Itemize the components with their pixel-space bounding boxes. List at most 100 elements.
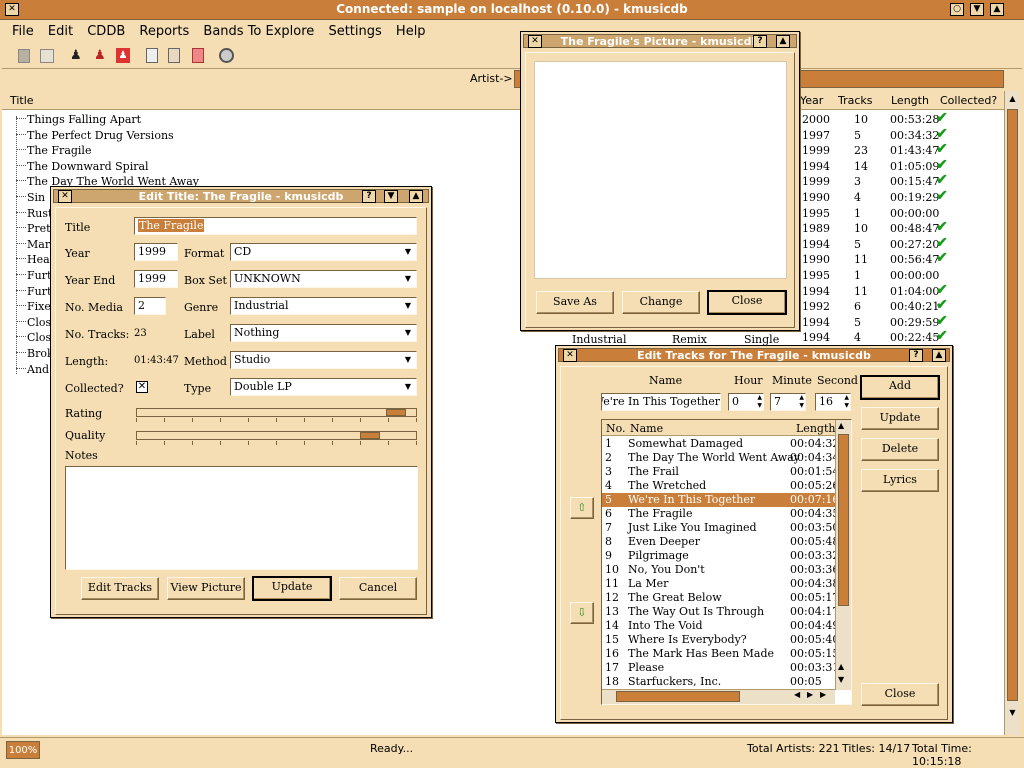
shade-icon[interactable]: ▼ — [970, 3, 984, 16]
method-combo[interactable]: Studio ▼ — [230, 351, 417, 369]
track-row[interactable]: 8 Even Deeper 00:05:48 — [602, 535, 839, 549]
title-tree-item[interactable]: The Perfect Drug Versions — [16, 129, 174, 142]
track-name-field[interactable]: We're In This Together — [601, 393, 721, 411]
title-field[interactable]: The Fragile — [134, 217, 417, 235]
menu-bands-to-explore[interactable]: Bands To Explore — [203, 24, 314, 39]
quality-slider[interactable] — [136, 431, 417, 440]
menu-help[interactable]: Help — [396, 24, 426, 39]
track-row[interactable]: 9 Pilgrimage 00:03:32 — [602, 549, 839, 563]
scroll-right-icon[interactable]: ▶ — [807, 690, 813, 699]
notes-textarea[interactable] — [65, 466, 418, 570]
add-title-icon[interactable] — [146, 48, 158, 63]
close-button[interactable]: Close — [707, 290, 787, 315]
view-picture-button[interactable]: View Picture — [167, 577, 245, 600]
spin-arrows-icon[interactable]: ▲ ▼ — [757, 394, 762, 410]
help-icon[interactable]: ? — [909, 349, 923, 362]
column-year[interactable]: Year — [800, 94, 823, 107]
menu-file[interactable]: File — [12, 24, 34, 39]
tracks-list[interactable]: No. Name Length 1 Somewhat Damaged 00:04:3… — [601, 419, 852, 705]
scroll-down-icon[interactable]: ▼ — [838, 675, 844, 684]
track-row[interactable]: 10 No, You Don't 00:03:36 — [602, 563, 839, 577]
no-media-field[interactable]: 2 — [134, 297, 166, 315]
change-button[interactable]: Change — [622, 291, 700, 314]
update-track-button[interactable]: Update — [861, 407, 939, 430]
hour-spinbox[interactable]: 0 ▲ ▼ — [728, 393, 764, 411]
lyrics-button[interactable]: Lyrics — [861, 469, 939, 492]
box-set-combo[interactable]: UNKNOWN ▼ — [230, 270, 417, 288]
disconnect-icon[interactable] — [40, 49, 54, 63]
chevron-down-icon[interactable]: ▼ — [401, 326, 415, 340]
picture-titlebar[interactable]: ✕ The Fragile's Picture - kmusicdb ? ▲ — [523, 34, 797, 48]
column-no[interactable]: No. — [606, 422, 626, 435]
tracks-hscroll[interactable]: ◀ ▶ ▶ — [602, 689, 835, 704]
rating-slider[interactable] — [136, 408, 417, 417]
title-tree-item[interactable]: Sin — [16, 191, 45, 204]
edit-title-icon[interactable] — [168, 48, 180, 63]
track-row[interactable]: 3 The Frail 00:01:54 — [602, 465, 839, 479]
year-end-field[interactable]: 1999 — [134, 270, 178, 288]
save-as-button[interactable]: Save As — [536, 291, 614, 314]
edit-tracks-titlebar[interactable]: ✕ Edit Tracks for The Fragile - kmusicdb… — [558, 348, 950, 362]
scroll-left-icon[interactable]: ◀ — [794, 690, 800, 699]
menu-cddb[interactable]: CDDB — [87, 24, 125, 39]
scroll-down-icon[interactable]: ▼ — [1006, 706, 1019, 719]
track-row[interactable]: 13 The Way Out Is Through 00:04:17 — [602, 605, 839, 619]
track-row[interactable]: 11 La Mer 00:04:38 — [602, 577, 839, 591]
track-row[interactable]: 5 We're In This Together 00:07:16 — [602, 493, 839, 507]
minimize-icon[interactable]: ○ — [950, 3, 964, 16]
connect-icon[interactable] — [18, 49, 30, 63]
chevron-down-icon[interactable]: ▼ — [401, 380, 415, 394]
scroll-up-icon[interactable]: ▲ — [1006, 92, 1019, 105]
title-tree-item[interactable]: And — [16, 363, 49, 376]
quality-slider-handle[interactable] — [360, 432, 380, 439]
edit-tracks-button[interactable]: Edit Tracks — [81, 577, 159, 600]
title-tree-item[interactable]: Fixe — [16, 300, 51, 313]
move-up-button[interactable]: ⇧ — [570, 497, 594, 519]
title-tree-item[interactable]: Things Falling Apart — [16, 113, 141, 126]
edit-artist-icon[interactable]: ♟ — [94, 48, 108, 63]
second-spinbox[interactable]: 16 ▲ ▼ — [815, 393, 851, 411]
tracks-vscroll-thumb[interactable] — [838, 434, 849, 606]
rating-slider-handle[interactable] — [386, 409, 406, 416]
column-length[interactable]: Length — [796, 422, 835, 435]
shade-icon[interactable]: ▼ — [384, 190, 398, 203]
track-row[interactable]: 15 Where Is Everybody? 00:05:40 — [602, 633, 839, 647]
track-row[interactable]: 4 The Wretched 00:05:26 — [602, 479, 839, 493]
column-name[interactable]: Name — [630, 422, 663, 435]
minute-spinbox[interactable]: 7 ▲ ▼ — [770, 393, 806, 411]
help-icon[interactable]: ? — [753, 35, 767, 48]
menu-settings[interactable]: Settings — [328, 24, 381, 39]
add-artist-icon[interactable]: ♟ — [70, 48, 84, 63]
edit-title-titlebar[interactable]: ✕ Edit Title: The Fragile - kmusicdb ? ▼… — [53, 189, 429, 203]
column-length[interactable]: Length — [891, 94, 929, 107]
column-title[interactable]: Title — [10, 94, 34, 107]
scroll-right-icon[interactable]: ▶ — [820, 690, 826, 699]
collected-checkbox[interactable]: ✕ — [136, 381, 148, 393]
maximize-icon[interactable]: ▲ — [990, 3, 1004, 16]
tracks-hscroll-thumb[interactable] — [616, 691, 740, 702]
track-row[interactable]: 17 Please 00:03:31 — [602, 661, 839, 675]
move-down-button[interactable]: ⇩ — [570, 602, 594, 624]
main-scrollbar[interactable]: ▲ ▼ — [1004, 91, 1020, 735]
track-row[interactable]: 18 Starfuckers, Inc. 00:05 — [602, 675, 835, 689]
year-field[interactable]: 1999 — [134, 243, 178, 261]
menu-reports[interactable]: Reports — [139, 24, 189, 39]
cancel-button[interactable]: Cancel — [339, 577, 417, 600]
title-tree-item[interactable]: Brok — [16, 347, 54, 360]
title-tree-item[interactable]: The Fragile — [16, 144, 91, 157]
main-title-bar[interactable]: ✕ Connected: sample on localhost (0.10.0… — [0, 0, 1024, 20]
format-combo[interactable]: CD ▼ — [230, 243, 417, 261]
track-row[interactable]: 14 Into The Void 00:04:49 — [602, 619, 839, 633]
scroll-thumb[interactable] — [1007, 109, 1018, 701]
help-icon[interactable]: ? — [362, 190, 376, 203]
track-row[interactable]: 16 The Mark Has Been Made 00:05:15 — [602, 647, 839, 661]
track-row[interactable]: 1 Somewhat Damaged 00:04:32 — [602, 437, 839, 451]
label-combo[interactable]: Nothing ▼ — [230, 324, 417, 342]
spin-arrows-icon[interactable]: ▲ ▼ — [844, 394, 849, 410]
title-tree-item[interactable]: The Downward Spiral — [16, 160, 149, 173]
scroll-down-icon[interactable]: ▲ — [838, 662, 844, 671]
delete-artist-icon[interactable]: ♟ — [116, 48, 130, 63]
track-row[interactable]: 12 The Great Below 00:05:17 — [602, 591, 839, 605]
type-combo[interactable]: Double LP ▼ — [230, 378, 417, 396]
scroll-up-icon[interactable]: ▲ — [838, 421, 844, 430]
